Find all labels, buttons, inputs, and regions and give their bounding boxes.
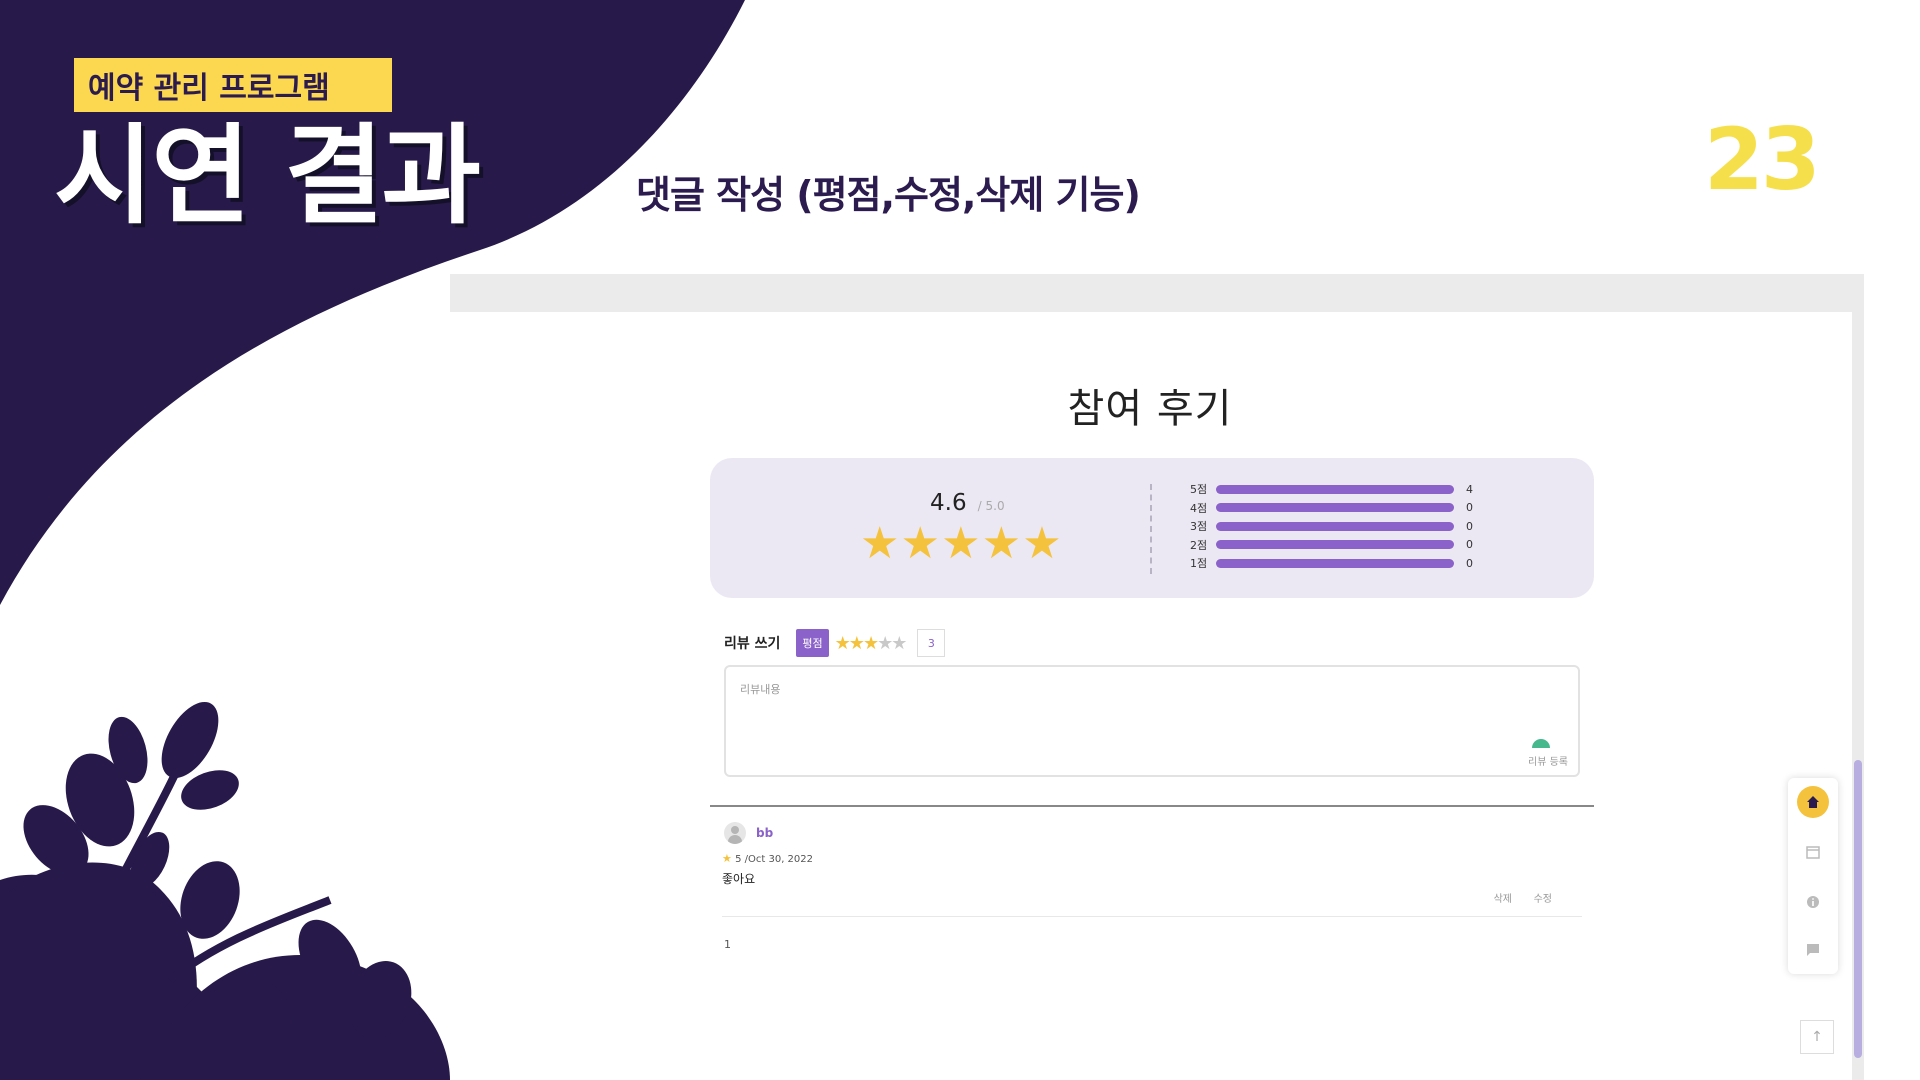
home-button[interactable] bbox=[1797, 786, 1829, 818]
rating-summary-card: 4.6 / 5.0 ★ ★ ★ ★ ★ 5점 4 4점 0 3점 0 2점 0 … bbox=[710, 458, 1594, 598]
distribution-label: 2점 bbox=[1190, 538, 1208, 552]
pagination-page[interactable]: 1 bbox=[724, 938, 731, 951]
write-review-row: 리뷰 쓰기 평점 ★★★★★ 3 bbox=[724, 628, 946, 658]
slide-subtitle: 댓글 작성 (평점,수정,삭제 기능) bbox=[636, 173, 1141, 217]
home-icon bbox=[1807, 796, 1819, 808]
star-icon: ★ bbox=[941, 518, 981, 569]
review-content-input[interactable]: 리뷰내용 리뷰 등록 bbox=[724, 665, 1580, 777]
review-list-item: bb ★ 5 /Oct 30, 2022 좋아요 삭제 수정 bbox=[722, 820, 1582, 917]
average-value: 4.6 bbox=[930, 490, 967, 516]
star-icon[interactable]: ★ bbox=[863, 633, 879, 654]
calendar-button[interactable] bbox=[1797, 836, 1829, 868]
rating-value: 3 bbox=[917, 629, 946, 657]
distribution-row: 3점 0 bbox=[1190, 517, 1486, 536]
review-date: /Oct 30, 2022 bbox=[744, 854, 813, 865]
star-icon[interactable]: ★ bbox=[835, 633, 851, 654]
summary-divider bbox=[1150, 484, 1152, 574]
star-icon: ★ bbox=[860, 518, 900, 569]
distribution-label: 1점 bbox=[1190, 557, 1208, 571]
distribution-bar bbox=[1216, 503, 1454, 513]
star-icon: ★ bbox=[981, 518, 1022, 569]
distribution-count: 0 bbox=[1466, 556, 1473, 570]
distribution-row: 1점 0 bbox=[1190, 554, 1486, 573]
distribution-row: 4점 0 bbox=[1190, 499, 1486, 518]
user-icon-body bbox=[728, 835, 742, 844]
browser-top-bar bbox=[450, 274, 1864, 312]
arrow-up-icon: ↑ bbox=[1811, 1029, 1823, 1045]
distribution-bar bbox=[1216, 540, 1454, 550]
rating-distribution: 5점 4 4점 0 3점 0 2점 0 1점 0 bbox=[1190, 480, 1486, 573]
review-rating: 5 bbox=[735, 854, 742, 865]
write-review-label: 리뷰 쓰기 bbox=[724, 636, 781, 652]
average-max: / 5.0 bbox=[977, 499, 1005, 513]
info-button[interactable] bbox=[1797, 886, 1829, 918]
distribution-row: 2점 0 bbox=[1190, 536, 1486, 555]
star-icon: ★ bbox=[722, 852, 732, 865]
reviewer-name: bb bbox=[756, 826, 774, 840]
average-rating: 4.6 / 5.0 ★ ★ ★ ★ ★ bbox=[860, 490, 1062, 566]
chat-button[interactable] bbox=[1797, 934, 1829, 966]
review-meta: ★ 5 /Oct 30, 2022 bbox=[722, 852, 813, 865]
distribution-count: 0 bbox=[1466, 519, 1473, 533]
distribution-count: 4 bbox=[1466, 482, 1473, 496]
distribution-bar bbox=[1216, 484, 1454, 494]
chat-icon bbox=[1807, 944, 1819, 956]
floating-nav-menu bbox=[1788, 778, 1838, 974]
star-icon: ★ bbox=[900, 518, 940, 569]
star-icon[interactable]: ★ bbox=[877, 633, 893, 654]
distribution-bar bbox=[1216, 558, 1454, 568]
rating-star-selector[interactable]: ★★★★★ bbox=[835, 633, 908, 654]
scrollbar-thumb[interactable] bbox=[1854, 760, 1862, 1058]
edit-button[interactable]: 수정 bbox=[1534, 890, 1552, 905]
info-icon bbox=[1807, 896, 1819, 908]
submit-review-button[interactable]: 리뷰 등록 bbox=[1528, 753, 1568, 768]
list-divider bbox=[710, 805, 1594, 807]
distribution-count: 0 bbox=[1466, 538, 1473, 552]
star-icon[interactable]: ★ bbox=[891, 633, 907, 654]
calendar-icon bbox=[1806, 846, 1820, 859]
rating-chip: 평점 bbox=[796, 629, 829, 657]
page-number: 23 bbox=[1704, 110, 1821, 210]
user-icon bbox=[731, 826, 739, 834]
slide-tag: 예약 관리 프로그램 bbox=[74, 58, 392, 112]
review-placeholder: 리뷰내용 bbox=[740, 683, 781, 696]
submit-icon[interactable] bbox=[1532, 739, 1550, 748]
slide-title: 시연 결과 bbox=[54, 114, 481, 239]
distribution-label: 5점 bbox=[1190, 483, 1208, 497]
scroll-top-button[interactable]: ↑ bbox=[1800, 1020, 1834, 1054]
distribution-bar bbox=[1216, 521, 1454, 531]
distribution-row: 5점 4 bbox=[1190, 480, 1486, 499]
average-stars: ★ ★ ★ ★ ★ bbox=[860, 522, 1062, 566]
distribution-label: 3점 bbox=[1190, 520, 1208, 534]
delete-button[interactable]: 삭제 bbox=[1494, 890, 1512, 905]
page-title: 참여 후기 bbox=[1067, 386, 1233, 432]
review-page-screenshot: 참여 후기 4.6 / 5.0 ★ ★ ★ ★ ★ 5점 4 4점 0 3점 0… bbox=[450, 274, 1864, 1080]
star-icon: ★ bbox=[1022, 518, 1062, 569]
star-icon[interactable]: ★ bbox=[849, 633, 865, 654]
avatar bbox=[724, 822, 746, 844]
distribution-label: 4점 bbox=[1190, 501, 1208, 515]
review-content: 좋아요 bbox=[722, 872, 756, 886]
distribution-count: 0 bbox=[1466, 501, 1473, 515]
